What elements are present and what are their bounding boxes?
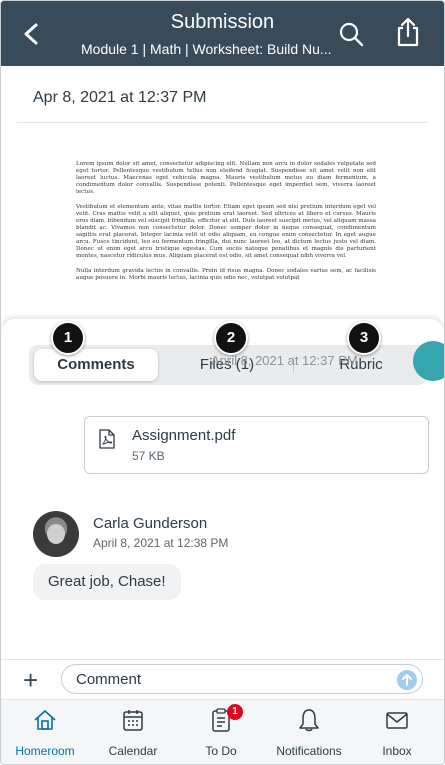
tab-comments[interactable]: Comments	[34, 349, 158, 381]
nav-item-todo[interactable]: 1 To Do	[177, 700, 265, 764]
comment-date: April 8, 2021 at 12:38 PM	[93, 536, 229, 550]
calendar-icon	[123, 710, 143, 731]
nav-item-calendar[interactable]: Calendar	[89, 700, 177, 764]
callout-marker-2: 2	[214, 321, 248, 355]
attachment-name: Assignment.pdf	[132, 427, 236, 444]
comment-author: Carla Gunderson	[93, 515, 208, 532]
nav-label: Homeroom	[15, 744, 75, 758]
inbox-icon	[386, 712, 408, 729]
comment-composer: +	[1, 659, 444, 700]
nav-label: Calendar	[108, 744, 158, 758]
submission-date: Apr 8, 2021 at 12:37 PM	[33, 89, 207, 106]
nav-label: Notifications	[276, 744, 342, 758]
app-header: Submission Module 1 | Math | Worksheet: …	[1, 1, 444, 66]
callout-marker-3: 3	[347, 321, 381, 355]
nav-item-homeroom[interactable]: Homeroom	[1, 700, 89, 764]
avatar	[33, 511, 79, 557]
comments-drawer: Comments Files (1) Rubric	[1, 319, 444, 659]
app-frame: Submission Module 1 | Math | Worksheet: …	[0, 0, 445, 765]
nav-item-inbox[interactable]: Inbox	[353, 700, 441, 764]
page-subtitle: Module 1 | Math | Worksheet: Build Nu...	[81, 41, 331, 57]
page-title: Submission	[170, 11, 275, 33]
nav-item-notifications[interactable]: Notifications	[265, 700, 353, 764]
avatar	[413, 341, 444, 381]
comment-bubble: Great job, Chase!	[33, 564, 181, 600]
comment-input[interactable]	[61, 664, 423, 694]
nav-label: To Do	[205, 744, 237, 758]
attachment-card[interactable]: Assignment.pdf 57 KB	[84, 416, 429, 474]
previous-message-date: April 8, 2021 at 12:37 PM	[211, 353, 358, 368]
document-paragraph: Vestibulum et elementum ante, vitae matt…	[76, 204, 376, 259]
todo-badge: 1	[227, 704, 243, 720]
bottom-nav: Homeroom Calendar 1 To Do Notifications …	[1, 699, 444, 764]
home-icon	[34, 710, 56, 730]
document-preview[interactable]: Lorem ipsum dolor sit amet, consectetur …	[76, 161, 376, 290]
document-paragraph: Nulla interdum gravida lectus in convall…	[76, 268, 376, 281]
attachment-size: 57 KB	[132, 449, 165, 463]
plus-icon[interactable]: +	[23, 667, 38, 693]
search-icon[interactable]	[338, 21, 364, 47]
pdf-icon	[99, 429, 115, 449]
document-paragraph: Lorem ipsum dolor sit amet, consectetur …	[76, 161, 376, 195]
send-icon[interactable]	[397, 670, 417, 690]
divider	[17, 122, 428, 123]
share-icon[interactable]	[395, 17, 421, 47]
avatar-face	[47, 524, 65, 544]
nav-label: Inbox	[382, 744, 412, 758]
callout-marker-1: 1	[51, 321, 85, 355]
bell-icon	[299, 709, 319, 732]
